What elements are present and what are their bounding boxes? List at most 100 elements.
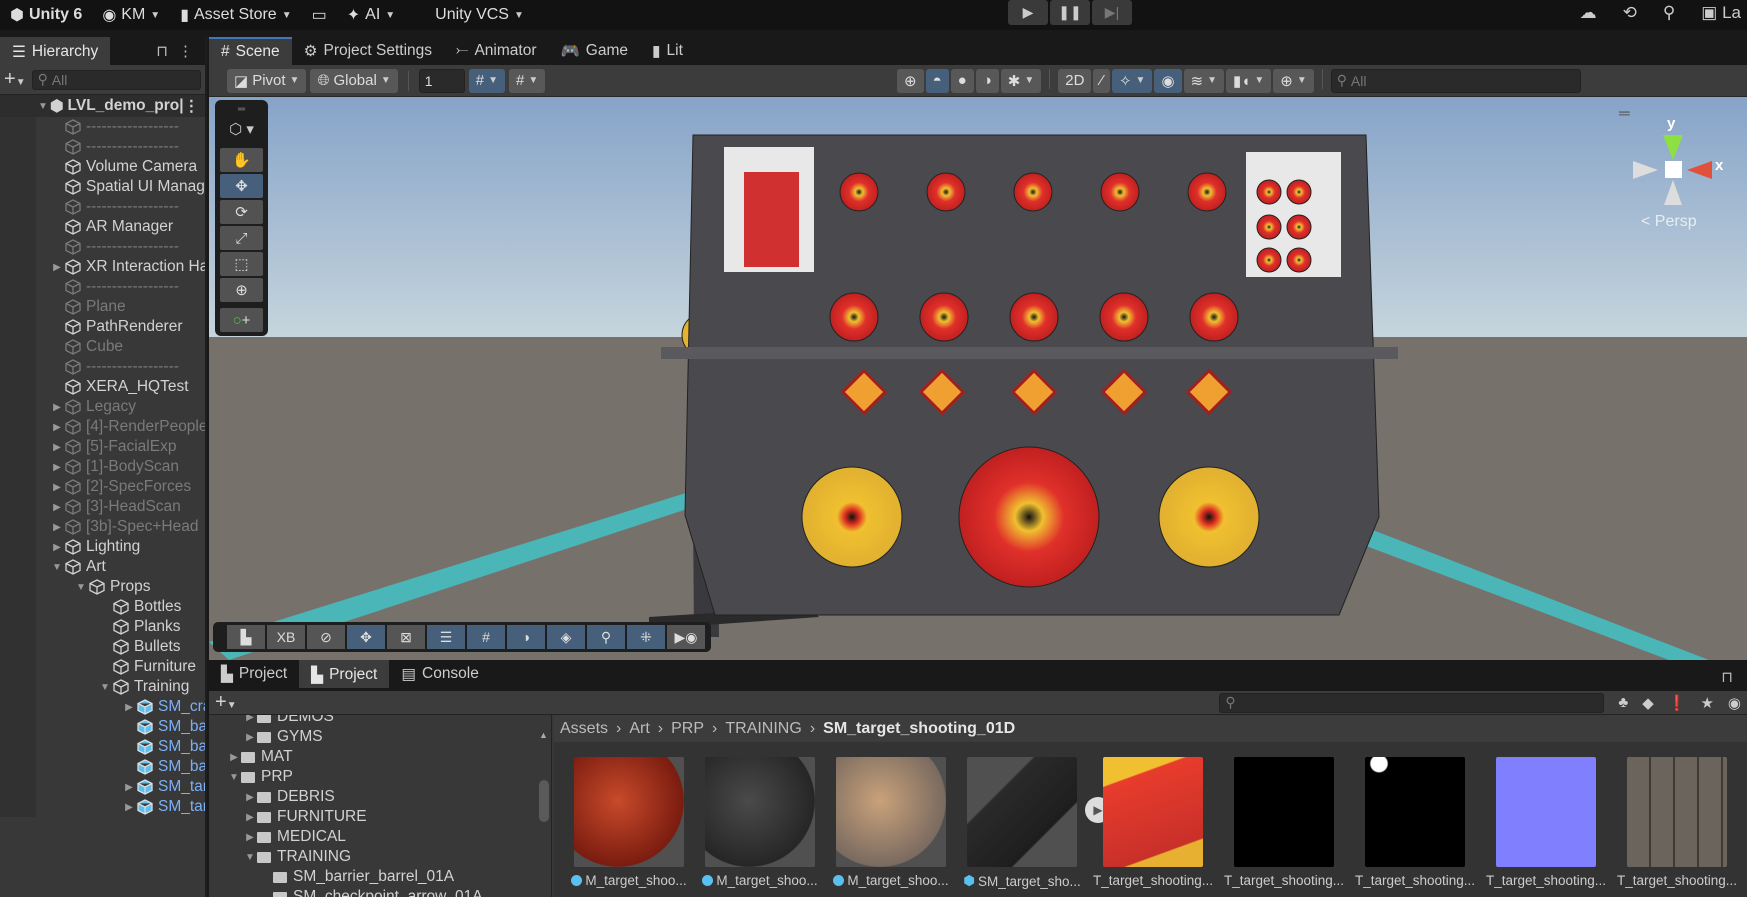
asset-tile[interactable]: M_target_shoo... (571, 757, 687, 889)
compass-icon[interactable]: ⊘ (307, 625, 345, 649)
projection-label[interactable]: < Persp (1641, 213, 1697, 231)
hierarchy-item[interactable]: PathRenderer (0, 317, 205, 337)
shaded-button[interactable]: ● (950, 68, 974, 93)
pause-button[interactable]: ❚❚ (1050, 0, 1090, 25)
create-asset-button[interactable]: +▼ (215, 691, 237, 714)
lock-icon[interactable]: ⊓ (1707, 660, 1747, 691)
layers-dropdown[interactable]: ≋ ▼ (1183, 68, 1225, 93)
asset-tile[interactable]: T_target_shooting... (1486, 757, 1606, 889)
create-button[interactable]: +▼ (4, 68, 26, 91)
label-icon[interactable]: ◆ (1642, 694, 1654, 712)
hierarchy-item[interactable]: Spatial UI Manager (0, 177, 205, 197)
expand-arrow-icon[interactable]: ▶ (227, 752, 241, 763)
expand-arrow-icon[interactable]: ▶ (243, 715, 257, 723)
asset-tile[interactable]: T_target_shooting... (1355, 757, 1475, 889)
hierarchy-item[interactable]: ▼ Training (0, 677, 205, 697)
expand-arrow-icon[interactable]: ▶ (243, 732, 257, 743)
hierarchy-item[interactable]: ▶ [5]-FacialExp (0, 437, 205, 457)
history-icon[interactable]: ⟲ (1623, 3, 1637, 23)
x-axis-cone[interactable] (1687, 161, 1712, 179)
project-search-input[interactable]: ⚲ (1219, 692, 1605, 713)
folder-item[interactable]: ▶ MEDICAL (209, 827, 551, 847)
folder-item[interactable]: ▼ PRP (209, 767, 551, 787)
expand-arrow-icon[interactable]: ▼ (98, 682, 112, 693)
ai-dropdown[interactable]: ✦ AI ▼ (337, 0, 405, 30)
tab-scene[interactable]: # Scene (209, 37, 292, 65)
nodes-icon[interactable]: ⁜ (627, 625, 665, 649)
scene-root[interactable]: ▼ ⬢ LVL_demo_pro| ⋮ (0, 95, 205, 117)
tab-hierarchy[interactable]: ☰ Hierarchy (0, 37, 110, 65)
expand-arrow-icon[interactable]: ▼ (74, 582, 88, 593)
scene-search-input[interactable]: ⚲ All (1330, 68, 1581, 93)
issues-icon[interactable]: ❗ (1668, 694, 1687, 712)
effects-dropdown[interactable]: ✧ ▼ (1111, 68, 1153, 93)
hierarchy-item[interactable]: Plane (0, 297, 205, 317)
create-object-tool[interactable]: ○ + (220, 308, 263, 332)
folder-item[interactable]: ▶ GYMS (209, 727, 551, 747)
hierarchy-item[interactable]: ▶ Legacy (0, 397, 205, 417)
tree-scrollbar[interactable]: ▲ (539, 720, 551, 890)
tab-project-settings[interactable]: ⚙ Project Settings (292, 37, 444, 65)
grid-size-input[interactable]: 1 (418, 68, 465, 93)
hierarchy-item[interactable]: SM_barrier (0, 757, 205, 777)
hierarchy-item[interactable]: ▶ [2]-SpecForces (0, 477, 205, 497)
expand-arrow-icon[interactable]: ▶ (50, 482, 64, 493)
folder-item[interactable]: SM_checkpoint_arrow_01A (209, 887, 551, 897)
hierarchy-item[interactable]: ▶ [4]-RenderPeople (0, 417, 205, 437)
favorite-star-icon[interactable]: ★ (1700, 694, 1713, 712)
hierarchy-item[interactable]: Furniture (0, 657, 205, 677)
expand-arrow-icon[interactable]: ▶ (243, 792, 257, 803)
tab-console[interactable]: ▤ Console (389, 660, 491, 688)
expand-arrow-icon[interactable]: ▶ (243, 832, 257, 843)
layout-dropdown[interactable]: ▣ La (1701, 3, 1741, 23)
move-tool[interactable]: ✥ (220, 174, 263, 198)
lighting-toggle[interactable]: ⁄ (1093, 68, 1110, 93)
filter-type-icon[interactable]: ♣ (1618, 694, 1628, 711)
eye-icon[interactable]: ◉ (1728, 694, 1741, 712)
unity-menu[interactable]: ⬢ Unity 6 (0, 0, 92, 30)
grid-snap-icon[interactable]: # (467, 625, 505, 649)
shaded-wireframe-button[interactable]: ◓ (925, 68, 949, 93)
expand-arrow-icon[interactable]: ▶ (122, 802, 136, 813)
expand-arrow-icon[interactable]: ▶ (122, 782, 136, 793)
hierarchy-item[interactable]: ▼ Props (0, 577, 205, 597)
asset-tile[interactable]: M_target_shoo... (702, 757, 818, 889)
moon-icon[interactable]: ◑ (507, 625, 545, 649)
hierarchy-item[interactable]: ------------------ (0, 277, 205, 297)
camera-dropdown[interactable]: ▮◖ ▼ (1226, 68, 1272, 93)
center-cube[interactable] (1665, 161, 1682, 178)
hierarchy-item[interactable]: Bottles (0, 597, 205, 617)
2d-toggle[interactable]: 2D (1058, 68, 1092, 93)
account-dropdown[interactable]: ◉ KM ▼ (92, 0, 170, 30)
tool-context-dropdown[interactable]: ⬡ ▾ (220, 120, 263, 146)
expand-arrow-icon[interactable]: ▶ (50, 442, 64, 453)
tab-lit[interactable]: ▮ Lit (640, 37, 695, 65)
breadcrumb-item[interactable]: PRP (671, 720, 704, 738)
play-button[interactable]: ▶ (1008, 0, 1048, 25)
expand-arrow-icon[interactable]: ▶ (122, 702, 136, 713)
expand-arrow-icon[interactable]: ▶ (50, 262, 64, 273)
hierarchy-item[interactable]: ▶SM_target (0, 777, 205, 797)
orientation-gizmo[interactable]: ═ y x < Persp (1619, 105, 1727, 235)
hierarchy-item[interactable]: ------------------ (0, 357, 205, 377)
grid-toggle[interactable]: # ▼ (468, 68, 505, 93)
package-button[interactable]: ▭ (302, 0, 337, 30)
hierarchy-item[interactable]: ▶ [1]-BodyScan (0, 457, 205, 477)
expand-arrow-icon[interactable]: ▶ (50, 402, 64, 413)
hand-tool[interactable]: ✋ (220, 148, 263, 172)
expand-arrow-icon[interactable]: ▶ (50, 502, 64, 513)
global-dropdown[interactable]: 🌐︎ Global ▼ (310, 68, 398, 93)
hierarchy-search-input[interactable]: ⚲ All (31, 69, 201, 90)
sliders-icon[interactable]: ☰ (427, 625, 465, 649)
breadcrumb-item[interactable]: TRAINING (725, 720, 801, 738)
hierarchy-item[interactable]: ------------------ (0, 237, 205, 257)
folder-item[interactable]: ▶ FURNITURE (209, 807, 551, 827)
hierarchy-item[interactable]: ▼ Art (0, 557, 205, 577)
hierarchy-item[interactable]: ------------------ (0, 117, 205, 137)
hierarchy-item[interactable]: ▶ Lighting (0, 537, 205, 557)
hierarchy-item[interactable]: Volume Camera (0, 157, 205, 177)
hierarchy-item[interactable]: Planks (0, 617, 205, 637)
hierarchy-item[interactable]: AR Manager (0, 217, 205, 237)
folder-item[interactable]: ▼ TRAINING (209, 847, 551, 867)
buildings-icon[interactable]: ▙ (227, 625, 265, 649)
